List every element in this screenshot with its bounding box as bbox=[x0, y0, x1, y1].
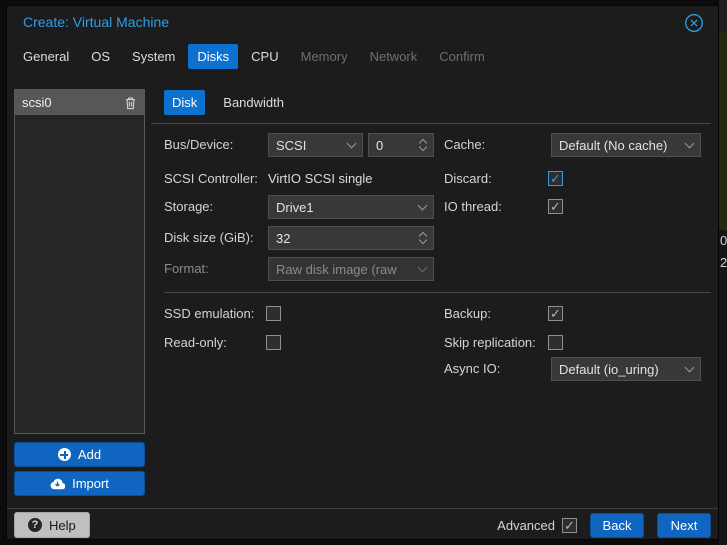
import-button-label: Import bbox=[72, 476, 109, 491]
close-icon[interactable] bbox=[683, 12, 705, 34]
tab-disk[interactable]: Disk bbox=[164, 90, 206, 115]
dialog-title: Create: Virtual Machine bbox=[23, 14, 170, 30]
format-select: Raw disk image (raw bbox=[268, 257, 434, 281]
scsi-controller-label: SCSI Controller: bbox=[164, 171, 258, 186]
backup-checkbox[interactable] bbox=[548, 306, 563, 321]
format-select-value: Raw disk image (raw bbox=[276, 261, 397, 277]
delete-disk-icon[interactable] bbox=[124, 96, 137, 110]
storage-select-value: Drive1 bbox=[276, 199, 314, 215]
io-thread-checkbox[interactable] bbox=[548, 199, 563, 214]
plus-circle-icon bbox=[57, 448, 71, 461]
advanced-toggle[interactable]: Advanced bbox=[497, 518, 577, 533]
ssd-emulation-label: SSD emulation: bbox=[164, 306, 255, 321]
tab-os[interactable]: OS bbox=[82, 44, 119, 69]
disk-size-spinner[interactable]: 32 bbox=[268, 226, 434, 250]
bus-select[interactable]: SCSI bbox=[268, 133, 363, 157]
question-icon: ? bbox=[28, 518, 42, 532]
chevron-down-icon bbox=[417, 200, 428, 211]
import-disk-button[interactable]: Import bbox=[14, 471, 145, 496]
tab-confirm[interactable]: Confirm bbox=[430, 44, 494, 69]
disk-size-label: Disk size (GiB): bbox=[164, 230, 254, 245]
discard-label: Discard: bbox=[444, 171, 492, 186]
tab-system[interactable]: System bbox=[123, 44, 184, 69]
spinner-arrows[interactable] bbox=[418, 231, 428, 245]
background-chart-sliver bbox=[719, 32, 727, 230]
next-button[interactable]: Next bbox=[657, 513, 711, 538]
wizard-tab-bar: General OS System Disks CPU Memory Netwo… bbox=[14, 44, 494, 69]
add-disk-button[interactable]: Add bbox=[14, 442, 145, 467]
storage-select[interactable]: Drive1 bbox=[268, 195, 434, 219]
disk-size-value: 32 bbox=[276, 230, 291, 246]
device-number-value: 0 bbox=[376, 137, 384, 153]
background-app-edge: 0 2 bbox=[719, 0, 727, 545]
cache-select[interactable]: Default (No cache) bbox=[551, 133, 701, 157]
help-button-label: Help bbox=[49, 517, 76, 533]
disk-list-item-scsi0[interactable]: scsi0 bbox=[15, 90, 144, 115]
create-vm-dialog: Create: Virtual Machine General OS Syste… bbox=[6, 5, 719, 540]
chevron-down-icon bbox=[684, 362, 695, 373]
tab-network[interactable]: Network bbox=[361, 44, 427, 69]
io-thread-label: IO thread: bbox=[444, 199, 502, 214]
skip-replication-label: Skip replication: bbox=[444, 335, 536, 350]
discard-checkbox[interactable] bbox=[548, 171, 563, 186]
backup-label: Backup: bbox=[444, 306, 491, 321]
cache-label: Cache: bbox=[444, 137, 486, 152]
device-number-spinner[interactable]: 0 bbox=[368, 133, 434, 157]
footer-divider bbox=[7, 508, 718, 509]
tab-general[interactable]: General bbox=[14, 44, 78, 69]
async-io-select-value: Default (io_uring) bbox=[559, 361, 659, 377]
skip-replication-checkbox[interactable] bbox=[548, 335, 563, 350]
background-digit: 0 bbox=[720, 233, 727, 248]
async-io-select[interactable]: Default (io_uring) bbox=[551, 357, 701, 381]
read-only-checkbox[interactable] bbox=[266, 335, 281, 350]
disk-list-panel: scsi0 bbox=[14, 89, 145, 434]
back-button[interactable]: Back bbox=[590, 513, 644, 538]
background-axis-digits: 0 2 bbox=[719, 230, 727, 276]
format-label: Format: bbox=[164, 261, 209, 276]
storage-label: Storage: bbox=[164, 199, 214, 214]
bus-select-value: SCSI bbox=[276, 137, 307, 153]
advanced-section-divider bbox=[164, 292, 711, 293]
add-button-label: Add bbox=[77, 447, 102, 462]
chevron-down-icon bbox=[346, 138, 357, 149]
tab-memory[interactable]: Memory bbox=[292, 44, 357, 69]
cache-select-value: Default (No cache) bbox=[559, 137, 668, 153]
tab-disks[interactable]: Disks bbox=[188, 44, 239, 69]
chevron-down-icon bbox=[417, 262, 428, 273]
scsi-controller-value: VirtIO SCSI single bbox=[268, 171, 373, 186]
ssd-emulation-checkbox[interactable] bbox=[266, 306, 281, 321]
advanced-label: Advanced bbox=[497, 518, 555, 533]
background-segment bbox=[719, 0, 727, 32]
read-only-label: Read-only: bbox=[164, 335, 227, 350]
footer-actions: Advanced Back Next bbox=[497, 513, 711, 538]
tab-bandwidth[interactable]: Bandwidth bbox=[215, 90, 292, 115]
background-digit: 2 bbox=[720, 255, 727, 270]
tabs-divider bbox=[151, 123, 711, 124]
bus-device-label: Bus/Device: bbox=[164, 137, 234, 152]
help-button[interactable]: ? Help bbox=[14, 512, 90, 538]
disk-item-label: scsi0 bbox=[22, 95, 52, 110]
spinner-arrows[interactable] bbox=[418, 138, 428, 152]
disk-panel-tab-bar: Disk Bandwidth bbox=[164, 90, 292, 115]
cloud-download-icon bbox=[50, 478, 66, 489]
advanced-checkbox[interactable] bbox=[562, 518, 577, 533]
tab-cpu[interactable]: CPU bbox=[242, 44, 287, 69]
async-io-label: Async IO: bbox=[444, 361, 501, 376]
chevron-down-icon bbox=[684, 138, 695, 149]
